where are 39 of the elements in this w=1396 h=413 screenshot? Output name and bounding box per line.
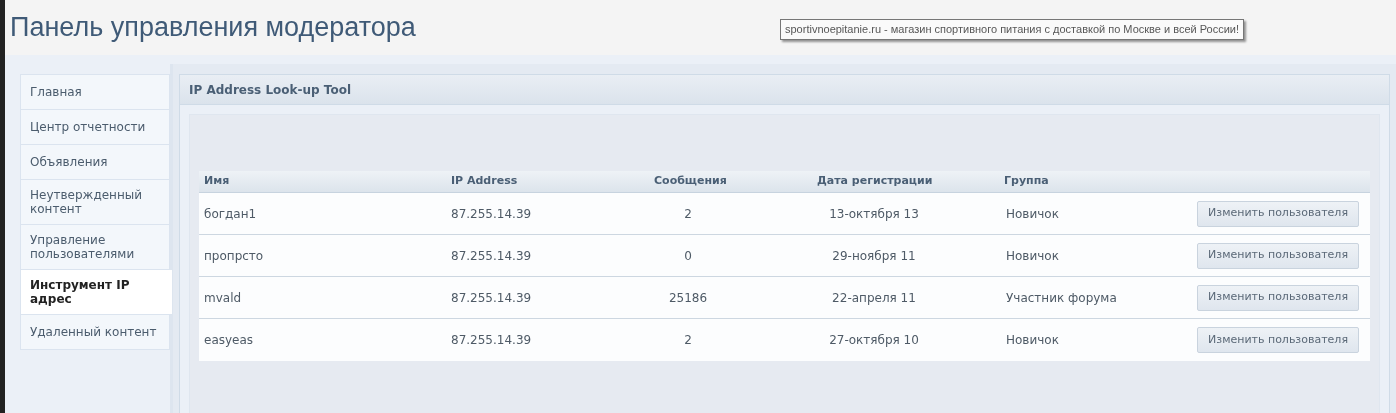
table-cell-text: 13-октября 13	[828, 205, 920, 223]
page-title: Панель управления модератора	[10, 14, 416, 41]
edit-user-button[interactable]: Изменить пользователя	[1197, 284, 1359, 311]
table-cell-text: 2	[683, 332, 693, 349]
sidebar-item[interactable]: Неутвержденный контент	[20, 180, 170, 225]
column-header: Дата регистрации	[816, 173, 934, 190]
table-cell-text: 87.255.14.39	[450, 247, 533, 265]
table-cell-text: богдан1	[203, 205, 258, 223]
table-cell-text: easyeas	[203, 332, 255, 349]
sidebar-item[interactable]: Управление пользователями	[20, 225, 170, 270]
table-cell-text: Новичок	[1005, 332, 1060, 349]
table-cell-text: 87.255.14.39	[450, 205, 533, 223]
sidebar-item[interactable]: Инструмент IP адрес	[20, 270, 172, 315]
table-cell-text: mvald	[203, 289, 243, 307]
sidebar-item[interactable]: Центр отчетности	[20, 110, 170, 145]
edit-user-button[interactable]: Изменить пользователя	[1197, 242, 1359, 269]
table-cell-text: 27-октября 10	[828, 332, 920, 349]
table-cell-text: 0	[683, 247, 693, 265]
column-header: IP Address	[450, 173, 519, 190]
table-cell-text: пропрсто	[203, 247, 265, 265]
sidebar-item[interactable]: Объявления	[20, 145, 170, 180]
edit-user-button[interactable]: Изменить пользователя	[1197, 327, 1359, 353]
sidebar-item[interactable]: Удаленный контент	[20, 315, 170, 350]
table-cell-text: 29-ноября 11	[831, 247, 917, 265]
table-cell-text: Участник форума	[1005, 289, 1118, 307]
table-cell-text: 22-апреля 11	[831, 289, 917, 307]
column-header: Группа	[1003, 173, 1050, 190]
table-cell-text: 2	[683, 205, 693, 223]
table-cell-text: Новичок	[1005, 205, 1060, 223]
column-header: Имя	[203, 173, 231, 190]
sidebar-item[interactable]: Главная	[20, 75, 170, 110]
table-cell-text: 87.255.14.39	[450, 332, 533, 349]
panel-header: IP Address Look-up Tool	[180, 75, 1389, 105]
tooltip: sportivnoepitanie.ru - магазин спортивного питания с доставкой по Москве и всей России!	[780, 19, 1245, 40]
column-header: Сообщения	[653, 173, 728, 190]
edit-user-button[interactable]: Изменить пользователя	[1197, 200, 1359, 227]
table-cell-text: 87.255.14.39	[450, 289, 533, 307]
table-cell-text: 25186	[667, 289, 709, 307]
table-cell-text: Новичок	[1005, 247, 1060, 265]
